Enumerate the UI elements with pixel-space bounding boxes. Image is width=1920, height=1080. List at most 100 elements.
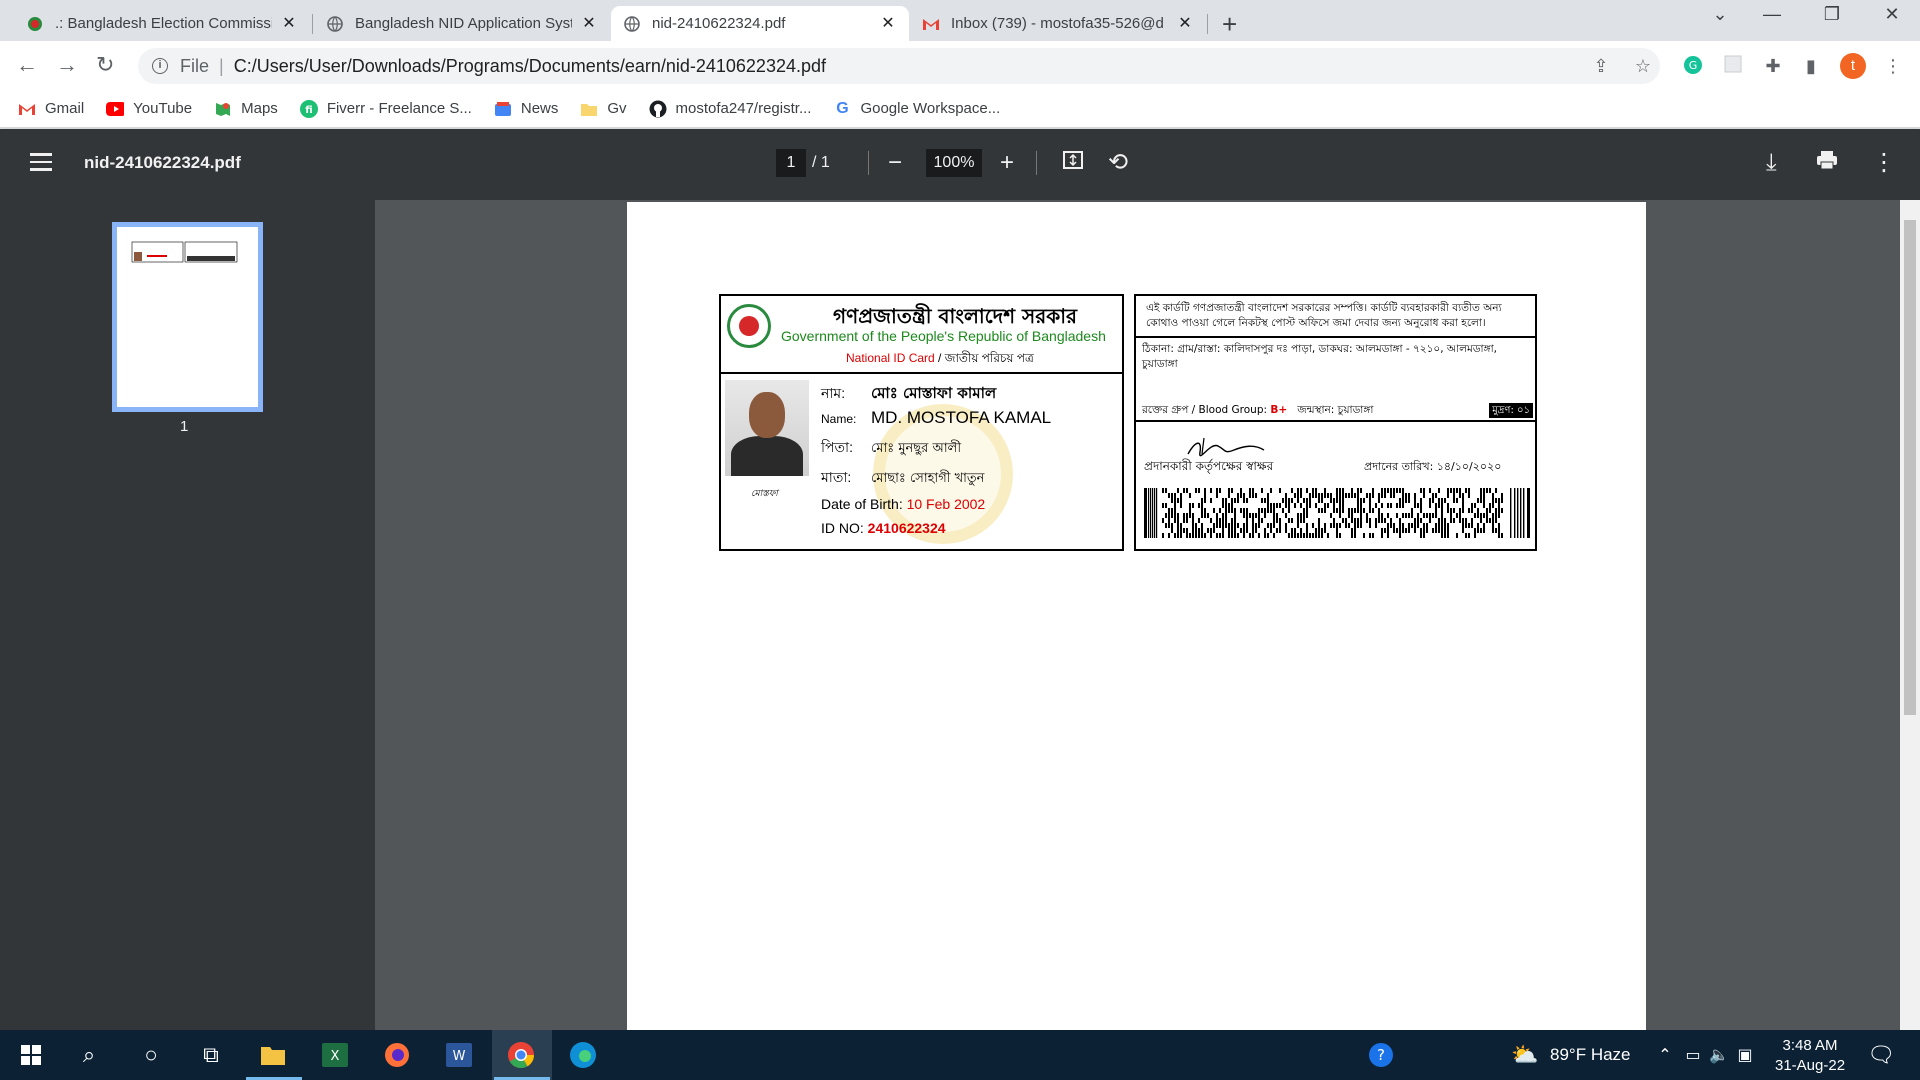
card-subtitle-bn: / জাতীয় পরিচয় পত্র	[934, 351, 1034, 365]
vertical-scrollbar[interactable]	[1900, 200, 1920, 1030]
puzzle-icon[interactable]: ✚	[1762, 55, 1784, 77]
system-clock[interactable]: 3:48 AM 31-Aug-22	[1775, 1036, 1845, 1076]
print-icon[interactable]	[1816, 149, 1838, 178]
thumbnail-page-number: 1	[180, 418, 189, 435]
globe-icon	[623, 15, 640, 32]
fiverr-icon: fi	[299, 99, 318, 118]
windows-start-icon[interactable]	[16, 1040, 46, 1070]
father-value: মোঃ মুনছুর আলী	[871, 441, 962, 456]
bookmark-news[interactable]: News	[494, 100, 558, 118]
star-icon[interactable]: ☆	[1632, 55, 1654, 77]
bangladesh-emblem-icon	[727, 304, 771, 348]
zoom-level-input[interactable]: 100%	[926, 149, 982, 177]
close-icon[interactable]: ✕	[580, 15, 598, 33]
close-window-button[interactable]: ✕	[1872, 4, 1912, 25]
hamburger-menu-icon[interactable]	[30, 153, 52, 171]
blood-group-value: B+	[1270, 404, 1288, 416]
bookmark-gv[interactable]: Gv	[580, 100, 627, 118]
firefox-icon[interactable]	[382, 1040, 412, 1070]
print-count-badge: মুদ্রণ: ০১	[1489, 403, 1533, 418]
pdf-toolbar: nid-2410622324.pdf 1 / 1 − 100% + ⟲ ⤓ ⋮	[0, 129, 1920, 200]
more-menu-icon[interactable]: ⋮	[1882, 55, 1904, 77]
grammarly-extension-icon[interactable]: G	[1682, 55, 1704, 77]
page-number-input[interactable]: 1	[776, 149, 806, 177]
chevron-up-icon[interactable]: ⌃	[1650, 1040, 1680, 1070]
zoom-out-icon[interactable]: −	[888, 149, 902, 177]
back-arrow-icon[interactable]: ←	[16, 52, 38, 78]
name-bangla-value: মোঃ মোস্তাফা কামাল	[871, 384, 997, 402]
toolbar-divider	[868, 151, 869, 175]
tab-nid-application[interactable]: Bangladesh NID Application Syst ✕	[314, 6, 610, 41]
id-row: ID NO: 2410622324	[821, 520, 946, 536]
edge-icon[interactable]	[568, 1040, 598, 1070]
card-subtitle: National ID Card / জাতীয় পরিচয় পত্র	[846, 350, 1034, 370]
holder-photo	[725, 380, 809, 476]
weather-text[interactable]: 89°F Haze	[1550, 1045, 1631, 1065]
name-english-value: MD. MOSTOFA KAMAL	[871, 408, 1052, 427]
close-icon[interactable]: ✕	[879, 15, 897, 33]
bookmark-google-workspace[interactable]: G Google Workspace...	[833, 100, 1000, 118]
chrome-icon[interactable]	[506, 1040, 536, 1070]
side-panel-icon[interactable]: ▮	[1800, 55, 1822, 77]
scrollbar-thumb[interactable]	[1904, 220, 1916, 715]
rotate-icon[interactable]: ⟲	[1108, 149, 1128, 177]
tab-gmail-inbox[interactable]: Inbox (739) - mostofa35-526@d ✕	[910, 6, 1206, 41]
bookmark-github[interactable]: mostofa247/registr...	[649, 100, 812, 118]
new-tab-button[interactable]: +	[1222, 9, 1237, 40]
svg-text:W: W	[453, 1049, 466, 1064]
clock-time: 3:48 AM	[1782, 1037, 1838, 1054]
bookmark-label: Fiverr - Freelance S...	[326, 100, 472, 117]
excel-icon[interactable]: X	[320, 1040, 350, 1070]
more-options-icon[interactable]: ⋮	[1872, 149, 1896, 177]
extension-icon[interactable]	[1722, 55, 1744, 77]
toolbar-divider	[1036, 151, 1037, 175]
minimize-button[interactable]: —	[1752, 4, 1792, 25]
tab-title: Bangladesh NID Application Syst	[355, 15, 572, 32]
url-text[interactable]: C:/Users/User/Downloads/Programs/Documen…	[234, 56, 826, 77]
id-label: ID NO:	[821, 520, 868, 536]
forward-arrow-icon[interactable]: →	[56, 52, 78, 78]
close-icon[interactable]: ✕	[1176, 15, 1194, 33]
file-explorer-icon[interactable]	[258, 1040, 288, 1070]
blood-group-label: রক্তের গ্রুপ / Blood Group:	[1142, 404, 1271, 416]
nid-card-back: এই কার্ডটি গণপ্রজাতন্ত্রী বাংলাদেশ সরকার…	[1134, 294, 1537, 551]
notification-icon[interactable]: 🗨	[1866, 1040, 1896, 1070]
help-icon[interactable]: ?	[1366, 1040, 1396, 1070]
network-icon[interactable]: ▣	[1730, 1040, 1760, 1070]
bookmark-label: mostofa247/registr...	[675, 100, 812, 117]
mother-value: মোছাঃ সোহাগী খাতুন	[871, 471, 985, 486]
bookmark-maps[interactable]: Maps	[214, 100, 278, 118]
tab-title: Inbox (739) - mostofa35-526@d	[951, 15, 1164, 32]
word-icon[interactable]: W	[444, 1040, 474, 1070]
card-header: গণপ্রজাতন্ত্রী বাংলাদেশ সরকার Government…	[721, 296, 1122, 374]
thumbnail-preview	[131, 241, 238, 263]
info-icon[interactable]: i	[152, 58, 168, 74]
news-icon	[494, 100, 512, 118]
bookmark-fiverr[interactable]: fi Fiverr - Freelance S...	[299, 99, 472, 118]
profile-avatar[interactable]: t	[1840, 53, 1866, 79]
bookmark-youtube[interactable]: YouTube	[106, 100, 192, 118]
restore-button[interactable]: ❐	[1812, 4, 1852, 25]
weather-icon[interactable]: ⛅	[1510, 1040, 1540, 1070]
tab-election-commission[interactable]: .: Bangladesh Election Commissio ✕	[14, 6, 310, 41]
tab-search-icon[interactable]: ⌄	[1700, 4, 1740, 25]
tab-pdf-active[interactable]: nid-2410622324.pdf ✕	[611, 6, 909, 41]
reload-icon[interactable]: ↻	[96, 52, 114, 78]
nid-card-front: গণপ্রজাতন্ত্রী বাংলাদেশ সরকার Government…	[719, 294, 1124, 551]
download-icon[interactable]: ⤓	[1766, 149, 1777, 177]
blood-group-row: রক্তের গ্রুপ / Blood Group: B+ জন্মস্থান…	[1142, 403, 1373, 418]
bookmark-label: Maps	[241, 100, 278, 117]
address-bar[interactable]: i File | C:/Users/User/Downloads/Program…	[138, 48, 1660, 84]
thumbnail-sidebar: 1	[0, 200, 375, 1030]
fit-page-icon[interactable]	[1062, 149, 1084, 178]
name-bangla-row: নাম: মোঃ মোস্তাফা কামাল	[821, 382, 996, 407]
pdf-page: গণপ্রজাতন্ত্রী বাংলাদেশ সরকার Government…	[627, 202, 1646, 1030]
page-thumbnail[interactable]	[112, 222, 263, 412]
close-icon[interactable]: ✕	[280, 15, 298, 33]
search-icon[interactable]: ⌕	[74, 1040, 104, 1070]
task-view-icon[interactable]: ⧉	[196, 1040, 226, 1070]
bookmark-gmail[interactable]: Gmail	[18, 100, 84, 118]
zoom-in-icon[interactable]: +	[1000, 149, 1014, 177]
cortana-icon[interactable]: ○	[136, 1040, 166, 1070]
share-icon[interactable]: ⇪	[1590, 55, 1612, 77]
